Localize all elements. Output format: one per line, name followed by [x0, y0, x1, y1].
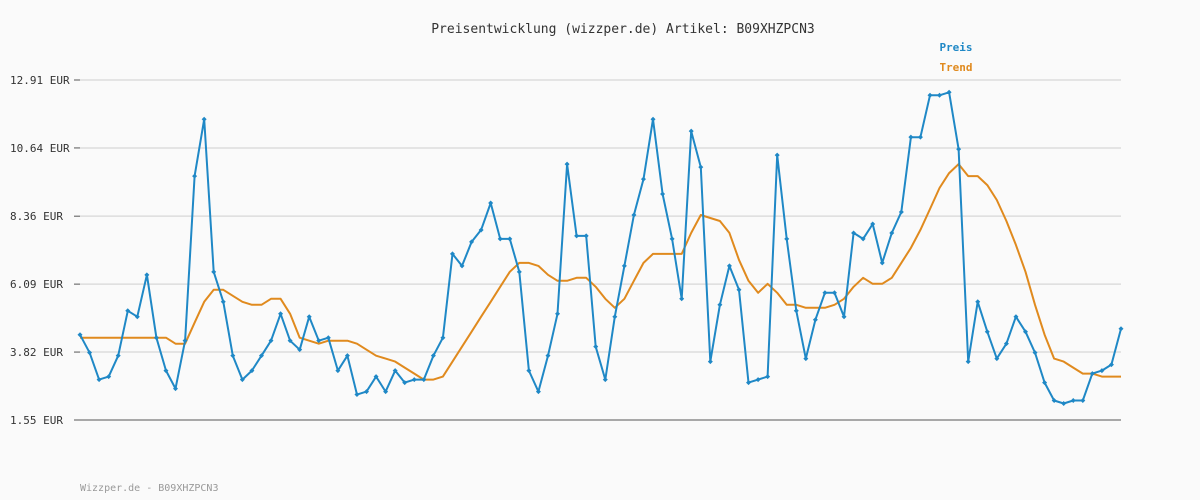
preis-point	[774, 152, 780, 158]
preis-point	[1070, 398, 1076, 404]
preis-point	[755, 377, 761, 383]
y-tick-label: 1.55 EUR	[10, 414, 63, 427]
y-tick-label: 10.64 EUR	[10, 142, 70, 155]
preis-point	[1089, 371, 1095, 377]
preis-point	[717, 302, 723, 308]
preis-point	[1118, 326, 1124, 332]
preis-point	[937, 92, 943, 98]
preis-point	[640, 176, 646, 182]
preis-point	[96, 377, 102, 383]
preis-point	[325, 335, 331, 341]
preis-point	[726, 263, 732, 269]
preis-point	[621, 263, 627, 269]
preis-point	[822, 290, 828, 296]
preis-point	[201, 116, 207, 122]
preis-point	[220, 299, 226, 305]
series-layer	[77, 89, 1124, 407]
legend-trend: Trend	[939, 61, 972, 74]
chart-title: Preisentwicklung (wizzper.de) Artikel: B…	[431, 22, 815, 37]
preis-point	[1080, 398, 1086, 404]
preis-point	[211, 269, 217, 275]
preis-point	[698, 164, 704, 170]
chart-svg: Preisentwicklung (wizzper.de) Artikel: B…	[10, 22, 1124, 494]
price-chart: Preisentwicklung (wizzper.de) Artikel: B…	[0, 0, 1200, 500]
preis-point	[278, 311, 284, 317]
y-tick-label: 3.82 EUR	[10, 346, 63, 359]
y-axis-ticks: 1.55 EUR 3.82 EUR 6.09 EUR 8.36 EUR 10.64 EU…	[10, 74, 80, 427]
preis-point	[144, 272, 150, 278]
preis-point	[784, 236, 790, 242]
preis-line	[79, 91, 1122, 405]
grid-lines	[80, 79, 1121, 353]
preis-point	[975, 299, 981, 305]
preis-point	[574, 233, 580, 239]
preis-point	[564, 161, 570, 167]
preis-point	[411, 377, 417, 383]
preis-point	[984, 329, 990, 335]
preis-point	[707, 359, 713, 365]
preis-point	[153, 335, 159, 341]
preis-point	[612, 314, 618, 320]
preis-point	[354, 392, 360, 398]
preis-point	[660, 191, 666, 197]
preis-point	[765, 374, 771, 380]
preis-point	[602, 377, 608, 383]
preis-point	[793, 308, 799, 314]
preis-point	[812, 317, 818, 323]
y-tick-label: 6.09 EUR	[10, 278, 63, 291]
preis-point	[555, 311, 561, 317]
preis-point	[545, 353, 551, 359]
y-tick-label: 12.91 EUR	[10, 74, 70, 87]
preis-point	[746, 380, 752, 386]
preis-point	[1061, 401, 1067, 407]
preis-point	[650, 116, 656, 122]
preis-point	[803, 356, 809, 362]
preis-point	[908, 134, 914, 140]
preis-point	[917, 134, 923, 140]
preis-point	[593, 344, 599, 350]
preis-point	[583, 233, 589, 239]
legend-preis: Preis	[939, 41, 972, 54]
footer-text: Wizzper.de - B09XHZPCN3	[80, 483, 218, 494]
preis-point	[879, 260, 885, 266]
preis-point	[946, 89, 952, 95]
y-tick-label: 8.36 EUR	[10, 210, 63, 223]
preis-point	[516, 269, 522, 275]
preis-point	[927, 92, 933, 98]
preis-point	[192, 173, 198, 179]
preis-point	[497, 236, 503, 242]
preis-point	[688, 128, 694, 134]
preis-point	[507, 236, 513, 242]
preis-point	[965, 359, 971, 365]
preis-point	[488, 200, 494, 206]
preis-point	[669, 236, 675, 242]
preis-point	[679, 296, 685, 302]
